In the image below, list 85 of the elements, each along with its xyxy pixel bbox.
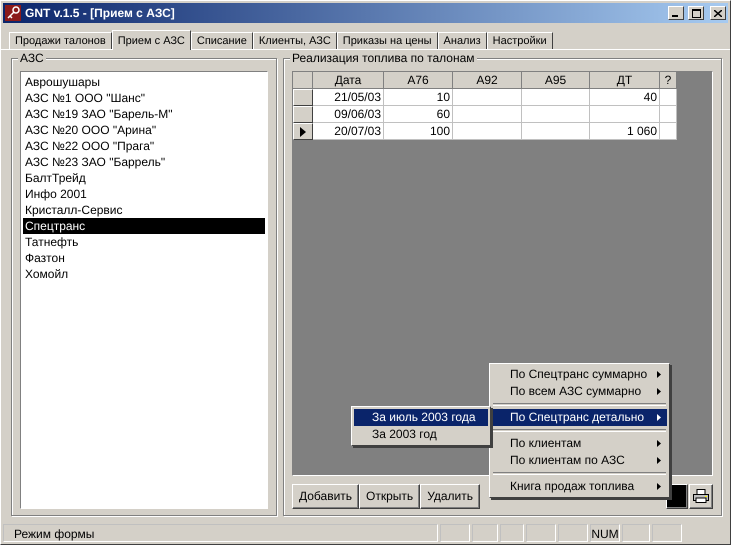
column-header: А95: [522, 72, 590, 89]
menu-item[interactable]: По клиентам по АЗС: [492, 452, 668, 469]
list-item[interactable]: Хомойл: [23, 266, 265, 282]
status-pane: [472, 524, 498, 542]
table-cell: [453, 123, 522, 140]
tab[interactable]: Анализ: [438, 32, 487, 49]
table-cell: 40: [590, 89, 660, 106]
list-item[interactable]: БалтТрейд: [23, 170, 265, 186]
submenu-arrow-icon: [657, 388, 662, 395]
menu-item[interactable]: За 2003 год: [354, 426, 488, 443]
status-text: Режим формы: [3, 524, 438, 542]
row-indicator[interactable]: [293, 123, 313, 140]
minimize-button[interactable]: [668, 6, 684, 20]
action-button[interactable]: Открыть: [359, 484, 420, 508]
num-lock-indicator: NUM: [590, 524, 620, 542]
close-button[interactable]: [710, 6, 726, 20]
window-title: GNT v.1.5 - [Прием с АЗС]: [25, 6, 176, 20]
group-title: АЗС: [18, 51, 46, 65]
menu-item[interactable]: Книга продаж топлива: [492, 478, 668, 495]
tab[interactable]: Настройки: [486, 32, 553, 49]
maximize-button[interactable]: [688, 6, 704, 20]
status-pane: [440, 524, 470, 542]
key-icon: [5, 5, 21, 21]
row-indicator[interactable]: [293, 89, 313, 106]
action-button[interactable]: Добавить: [292, 484, 360, 508]
table-cell: 21/05/03: [313, 89, 384, 106]
column-header: Дата: [313, 72, 384, 89]
list-item[interactable]: Фазтон: [23, 250, 265, 266]
menu-item[interactable]: По Спецтранс суммарно: [492, 366, 668, 383]
current-row-icon: [300, 126, 306, 136]
close-icon: [714, 10, 722, 16]
table-cell: [522, 123, 590, 140]
list-item[interactable]: Спецтранс: [23, 218, 265, 234]
table-cell: 60: [384, 106, 453, 123]
status-pane: [652, 524, 682, 542]
table-cell: [453, 89, 522, 106]
submenu-arrow-icon: [657, 483, 662, 490]
tab[interactable]: Списание: [190, 32, 253, 49]
table-cell: [660, 123, 677, 140]
column-header: ДТ: [590, 72, 660, 89]
table-cell: [522, 89, 590, 106]
table-cell: [660, 89, 677, 106]
menu-item[interactable]: По Спецтранс детально: [492, 409, 668, 426]
row-indicator[interactable]: [293, 106, 313, 123]
table-cell: 20/07/03: [313, 123, 384, 140]
list-item[interactable]: АЗС №19 ЗАО "Барель-М": [23, 106, 265, 122]
tab[interactable]: Клиенты, АЗС: [252, 32, 337, 49]
table-cell: [453, 106, 522, 123]
tab[interactable]: Приказы на цены: [336, 32, 438, 49]
submenu-arrow-icon: [657, 457, 662, 464]
menu-item[interactable]: По клиентам: [492, 435, 668, 452]
list-item[interactable]: АЗС №20 ООО "Арина": [23, 122, 265, 138]
print-button[interactable]: [689, 484, 713, 508]
submenu-arrow-icon: [657, 440, 662, 447]
table-cell: 100: [384, 123, 453, 140]
status-pane: [622, 524, 650, 542]
list-item[interactable]: Кристалл-Сервис: [23, 202, 265, 218]
maximize-icon: [692, 8, 700, 18]
menu-item[interactable]: По всем АЗС суммарно: [492, 383, 668, 400]
status-pane: [500, 524, 524, 542]
tab[interactable]: Продажи талонов: [9, 32, 112, 49]
list-item[interactable]: АЗС №23 ЗАО "Баррель": [23, 154, 265, 170]
list-item[interactable]: Аврошушары: [23, 74, 265, 90]
submenu-arrow-icon: [657, 414, 662, 421]
list-item[interactable]: Инфо 2001: [23, 186, 265, 202]
status-pane: [526, 524, 556, 542]
table-cell: [660, 106, 677, 123]
list-item[interactable]: АЗС №1 ООО "Шанс": [23, 90, 265, 106]
tab[interactable]: Прием с АЗС: [112, 30, 191, 50]
group-title: Реализация топлива по талонам: [290, 51, 477, 65]
status-pane: [558, 524, 588, 542]
table-cell: 09/06/03: [313, 106, 384, 123]
column-header: А76: [384, 72, 453, 89]
list-item[interactable]: Татнефть: [23, 234, 265, 250]
list-item[interactable]: АЗС №22 ООО "Прага": [23, 138, 265, 154]
column-header: ?: [660, 72, 677, 89]
table-cell: 10: [384, 89, 453, 106]
menu-item[interactable]: За июль 2003 года: [354, 409, 488, 426]
action-button[interactable]: Удалить: [420, 484, 480, 508]
printer-icon: [693, 489, 709, 503]
table-cell: [522, 106, 590, 123]
submenu-arrow-icon: [657, 371, 662, 378]
column-header: А92: [453, 72, 522, 89]
table-cell: 1 060: [590, 123, 660, 140]
table-cell: [590, 106, 660, 123]
